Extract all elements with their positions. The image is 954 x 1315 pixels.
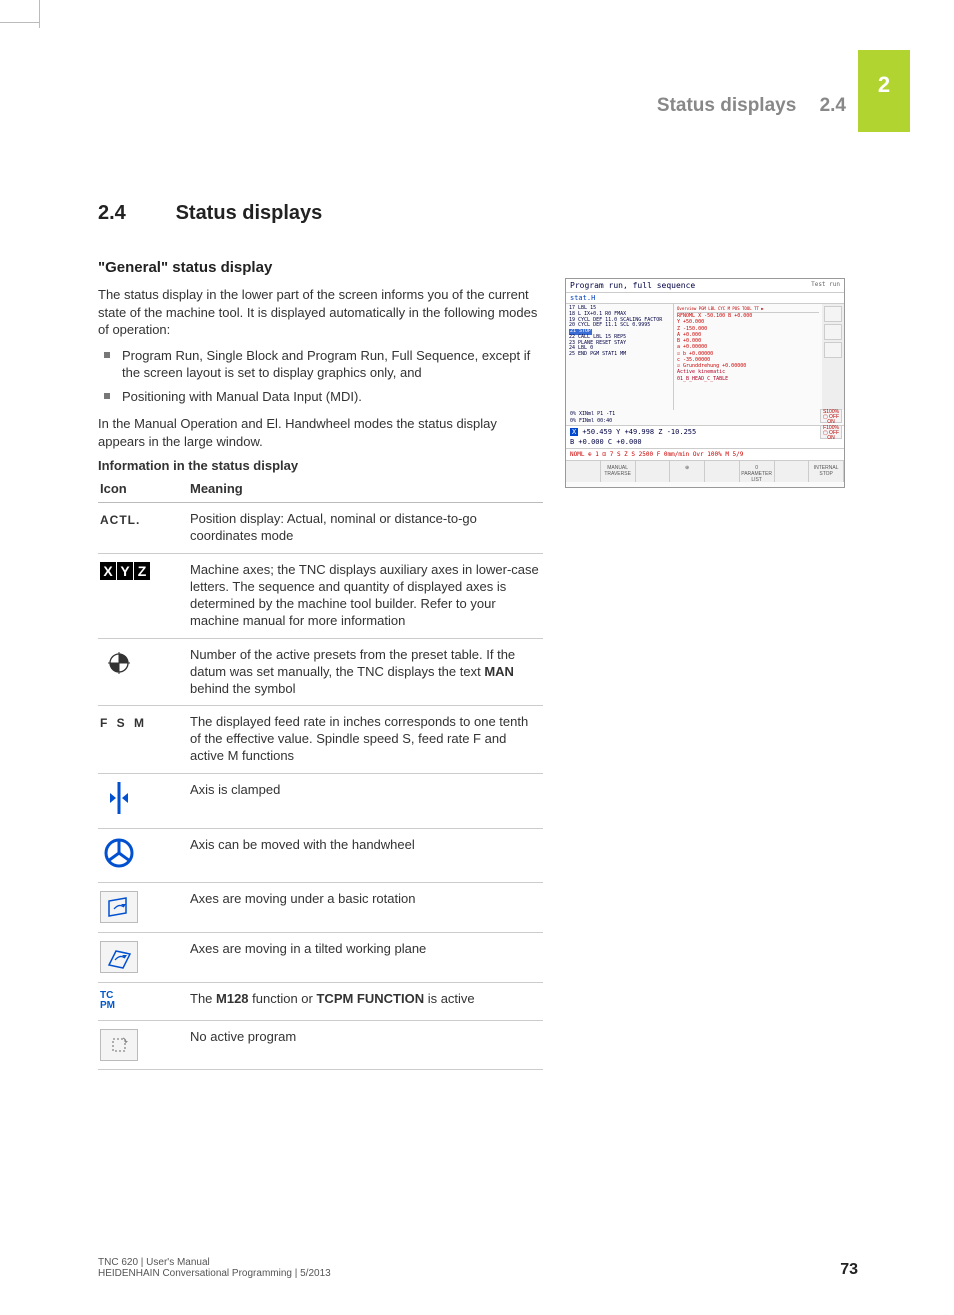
- page-number: 73: [840, 1261, 858, 1279]
- section-heading: 2.4 Status displays: [98, 202, 543, 225]
- ss-code-line: 25 END PGM STAT1 MM: [569, 352, 670, 358]
- ss-foot-info2: 0% FINml 00:40: [566, 418, 844, 425]
- table-row: TCPM The M128 function or TCPM FUNCTION …: [98, 982, 543, 1020]
- ss-softkey[interactable]: [705, 461, 740, 482]
- running-head-section: 2.4: [820, 95, 846, 116]
- table-row: No active program: [98, 1020, 543, 1069]
- table-caption: Information in the status display: [98, 458, 543, 473]
- col-header-meaning: Meaning: [188, 475, 543, 503]
- axis-clamped-icon: [100, 782, 138, 814]
- crop-mark: [28, 0, 40, 28]
- running-head-title: Status displays: [657, 95, 796, 116]
- ss-softkey[interactable]: MANUAL TRAVERSE: [601, 461, 636, 482]
- basic-rotation-icon: [100, 891, 138, 923]
- main-content: 2.4 Status displays "General" status dis…: [98, 202, 543, 1070]
- list-item: Positioning with Manual Data Input (MDI)…: [98, 388, 543, 406]
- ss-pos-values-1: +50.459 Y +49.998 Z -10.255: [578, 428, 696, 436]
- page-footer: TNC 620 | User's Manual HEIDENHAIN Conve…: [98, 1257, 858, 1279]
- ss-softkey[interactable]: [566, 461, 601, 482]
- ss-side-button[interactable]: [824, 324, 842, 340]
- ss-status-panel: Overview PGM LBL CYC M POS TOOL TT ▶ RFN…: [674, 304, 822, 410]
- footer-line2: HEIDENHAIN Conversational Programming | …: [98, 1268, 331, 1279]
- status-icon-table: Icon Meaning ACTL. Position display: Act…: [98, 475, 543, 1069]
- tilted-plane-icon: [100, 941, 138, 973]
- table-row: Axes are moving under a basic rotation: [98, 882, 543, 932]
- col-header-icon: Icon: [98, 475, 188, 503]
- ss-override-s[interactable]: S100% ▢ OFF ON: [820, 409, 842, 423]
- running-head: Status displays 2.4: [657, 95, 846, 117]
- preset-icon: [100, 647, 138, 679]
- ss-position-line2: B +0.000 C +0.000: [566, 438, 844, 448]
- ss-foot-info1: 0% XINml P1 -T1: [566, 410, 844, 418]
- mode-list: Program Run, Single Block and Program Ru…: [98, 347, 543, 406]
- intro-paragraph: The status display in the lower part of …: [98, 286, 543, 339]
- xyz-axes-icon: XYZ: [100, 562, 150, 580]
- ss-sidebar: [822, 304, 844, 410]
- ss-panel-tabs: Overview PGM LBL CYC M POS TOOL TT ▶: [677, 306, 819, 313]
- meaning-cell: The displayed feed rate in inches corres…: [188, 706, 543, 774]
- ss-softkey[interactable]: [775, 461, 810, 482]
- ss-softkey-row: MANUAL TRAVERSE ⊕ 0 PARAMETER LIST INTERNAL…: [566, 460, 844, 482]
- meaning-cell: Axis can be moved with the handwheel: [188, 828, 543, 882]
- ss-softkey[interactable]: 0 PARAMETER LIST: [740, 461, 775, 482]
- ss-position-line1: X +50.459 Y +49.998 Z -10.255: [566, 425, 844, 438]
- footer-line1: TNC 620 | User's Manual: [98, 1257, 331, 1268]
- chapter-tab: 2: [858, 50, 910, 132]
- ss-title-left: Program run, full sequence: [570, 281, 695, 290]
- meaning-cell: Machine axes; the TNC displays auxiliary…: [188, 554, 543, 639]
- paragraph: In the Manual Operation and El. Handwhee…: [98, 415, 543, 450]
- table-row: Number of the active presets from the pr…: [98, 638, 543, 706]
- table-row: XYZ Machine axes; the TNC displays auxil…: [98, 554, 543, 639]
- crop-mark: [0, 22, 40, 23]
- meaning-cell: No active program: [188, 1020, 543, 1069]
- table-row: Axis is clamped: [98, 774, 543, 829]
- ss-subtitle: stat.H: [566, 293, 844, 304]
- meaning-cell: Axes are moving in a tilted working plan…: [188, 932, 543, 982]
- meaning-cell: Number of the active presets from the pr…: [188, 638, 543, 706]
- ss-title-right: Test run: [811, 281, 840, 290]
- table-row: Axis can be moved with the handwheel: [98, 828, 543, 882]
- actl-icon: ACTL.: [100, 511, 140, 529]
- meaning-cell: Axis is clamped: [188, 774, 543, 829]
- ss-override-f[interactable]: F100% ▢ OFF ON: [820, 425, 842, 439]
- meaning-cell: Axes are moving under a basic rotation: [188, 882, 543, 932]
- table-row: ACTL. Position display: Actual, nominal …: [98, 503, 543, 554]
- ss-side-button[interactable]: [824, 342, 842, 358]
- ss-titlebar: Program run, full sequence Test run: [566, 279, 844, 293]
- ss-axis-x: X: [570, 428, 578, 436]
- handwheel-icon: [100, 837, 138, 869]
- fsm-icon: F S M: [100, 714, 147, 732]
- meaning-cell: Position display: Actual, nominal or dis…: [188, 503, 543, 554]
- meaning-cell: The M128 function or TCPM FUNCTION is ac…: [188, 982, 543, 1020]
- ss-override-panel: S100% ▢ OFF ON F100% ▢ OFF ON: [820, 409, 842, 441]
- section-number: 2.4: [98, 202, 170, 225]
- ss-panel-line: 01_B_HEAD_C_TABLE: [677, 376, 819, 382]
- ss-status-line: NOML ⊕ 1 ⊡ 7 S Z S 2500 F 0mm/min Ovr 10…: [566, 448, 844, 460]
- tcpm-icon: TCPM: [100, 991, 184, 1012]
- ss-softkey[interactable]: ⊕: [670, 461, 705, 482]
- ss-softkey[interactable]: INTERNAL STOP: [809, 461, 844, 482]
- ss-code-list: 17 LBL 1518 L IX+0.1 R0 FMAX19 CYCL DEF …: [566, 304, 674, 410]
- section-title: Status displays: [176, 202, 323, 224]
- subsection-heading: "General" status display: [98, 259, 543, 276]
- table-row: Axes are moving in a tilted working plan…: [98, 932, 543, 982]
- ss-side-button[interactable]: [824, 306, 842, 322]
- list-item: Program Run, Single Block and Program Ru…: [98, 347, 543, 382]
- ss-softkey[interactable]: [636, 461, 671, 482]
- no-program-icon: [100, 1029, 138, 1061]
- tnc-screenshot: Program run, full sequence Test run stat…: [565, 278, 845, 488]
- table-row: F S M The displayed feed rate in inches …: [98, 706, 543, 774]
